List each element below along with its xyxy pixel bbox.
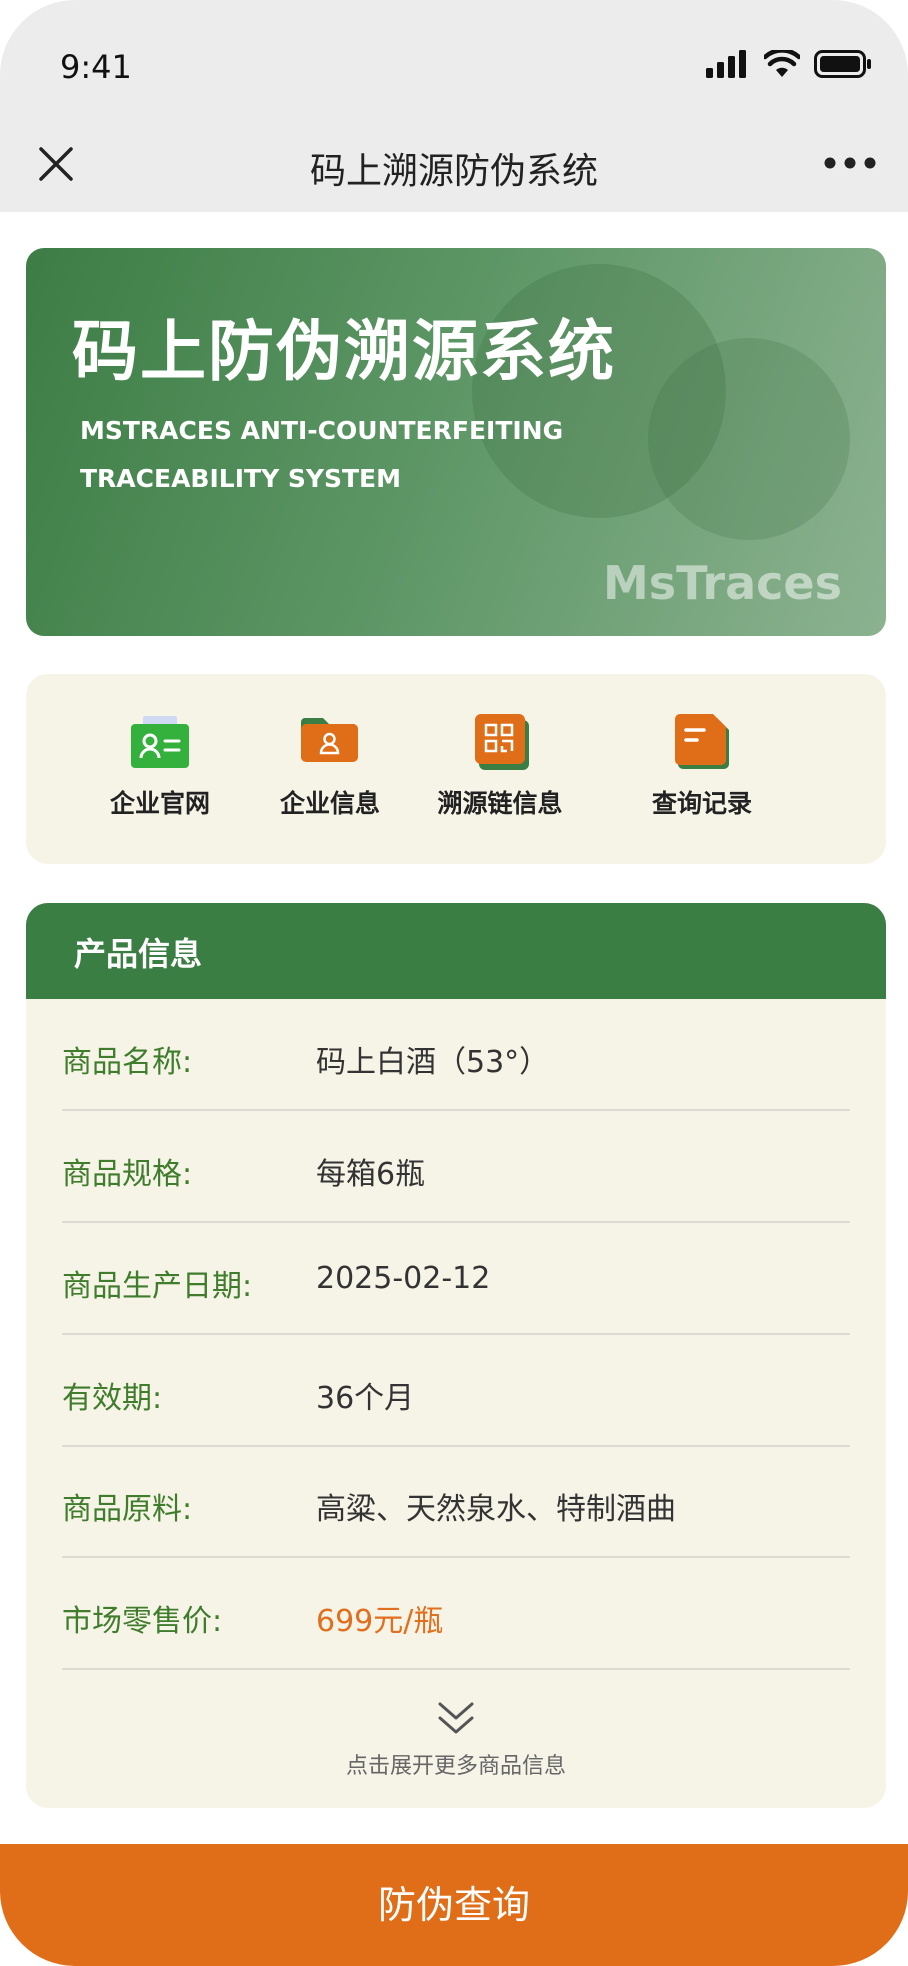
- banner-brand: MsTraces: [602, 556, 842, 610]
- row-label: 商品名称:: [62, 1045, 193, 1080]
- id-card-icon: [131, 716, 189, 768]
- more-icon[interactable]: [822, 148, 878, 178]
- quick-link-label: 溯源链信息: [437, 789, 563, 818]
- wifi-icon: [764, 50, 800, 77]
- row-label: 有效期:: [62, 1381, 163, 1416]
- banner-title: 码上防伪溯源系统: [72, 313, 616, 390]
- status-bar: 9:41: [0, 0, 908, 130]
- quick-link-trace-chain[interactable]: 溯源链信息: [410, 712, 590, 820]
- document-icon: [675, 714, 729, 769]
- banner-subtitle: MSTRACES ANTI-COUNTERFEITING: [80, 416, 564, 445]
- row-value: 2025-02-12: [316, 1261, 491, 1296]
- quick-link-label: 企业信息: [279, 789, 380, 818]
- battery-icon: [814, 50, 871, 78]
- banner-subtitle: TRACEABILITY SYSTEM: [80, 464, 401, 493]
- folder-user-icon: [301, 718, 358, 762]
- chevron-double-down-icon: [438, 1702, 474, 1734]
- status-time: 9:41: [60, 48, 132, 86]
- hero-banner: 码上防伪溯源系统 MSTRACES ANTI-COUNTERFEITING TR…: [26, 248, 886, 636]
- info-row-shelf-life: 有效期: 36个月: [62, 1335, 850, 1447]
- nav-bar: 码上溯源防伪系统: [0, 130, 908, 212]
- page-title: 码上溯源防伪系统: [309, 151, 598, 192]
- anti-counterfeit-query-button[interactable]: 防伪查询: [0, 1844, 908, 1966]
- info-row-name: 商品名称: 码上白酒（53°）: [62, 999, 850, 1111]
- quick-link-company-website[interactable]: 企业官网: [70, 712, 250, 820]
- quick-link-company-info[interactable]: 企业信息: [240, 712, 420, 820]
- row-label: 商品规格:: [62, 1157, 193, 1192]
- qr-code-icon: [475, 714, 529, 770]
- quick-links: 企业官网 企业信息 溯源链信息 查询记录: [26, 674, 886, 864]
- product-info-card: 产品信息 商品名称: 码上白酒（53°） 商品规格: 每箱6瓶 商品生产日期: …: [26, 903, 886, 1808]
- info-row-spec: 商品规格: 每箱6瓶: [62, 1111, 850, 1223]
- signal-icon: [706, 50, 746, 78]
- quick-link-label: 查询记录: [651, 789, 752, 818]
- row-label: 市场零售价:: [62, 1604, 223, 1639]
- row-label: 商品原料:: [62, 1492, 193, 1527]
- product-info-header: 产品信息: [26, 903, 886, 999]
- quick-link-label: 企业官网: [109, 789, 210, 818]
- phone-screen: 9:41 码上溯源防伪系统 码上防伪溯源系统 MSTRACES ANTI-COU…: [0, 0, 908, 1966]
- info-row-price: 市场零售价: 699元/瓶: [62, 1558, 850, 1670]
- row-value: 36个月: [316, 1381, 415, 1416]
- expand-more-button[interactable]: 点击展开更多商品信息: [26, 1700, 886, 1780]
- section-title: 产品信息: [74, 935, 203, 973]
- row-value: 码上白酒（53°）: [316, 1045, 550, 1080]
- row-value: 每箱6瓶: [316, 1157, 426, 1192]
- status-icons: [706, 50, 872, 78]
- row-label: 商品生产日期:: [62, 1269, 253, 1304]
- price-value: 699元/瓶: [316, 1604, 444, 1639]
- quick-link-query-records[interactable]: 查询记录: [612, 712, 792, 820]
- expand-more-label: 点击展开更多商品信息: [345, 1754, 566, 1779]
- decorative-circle: [648, 338, 850, 540]
- row-value: 高粱、天然泉水、特制酒曲: [316, 1492, 676, 1527]
- info-row-production-date: 商品生产日期: 2025-02-12: [62, 1223, 850, 1335]
- info-row-ingredients: 商品原料: 高粱、天然泉水、特制酒曲: [62, 1446, 850, 1558]
